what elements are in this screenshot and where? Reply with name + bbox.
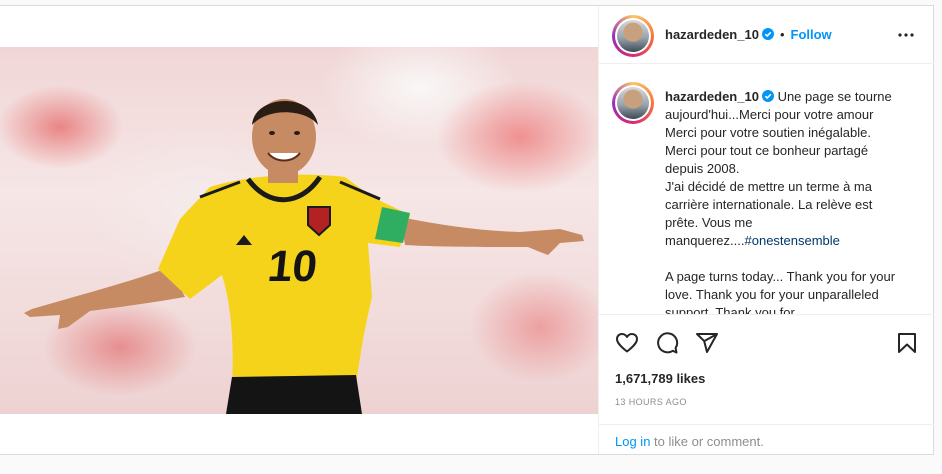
avatar[interactable] [612,82,654,124]
heart-icon[interactable] [615,331,639,355]
header-user: hazardeden_10 • Follow [665,27,832,42]
caption-english: A page turns today... Thank you for your… [665,269,896,315]
login-link[interactable]: Log in [615,434,650,449]
caption-body: Une page se tourne aujourd'hui...Merci p… [665,89,892,248]
bookmark-icon[interactable] [895,331,919,355]
comment-icon[interactable] [655,331,679,355]
hashtag-link[interactable]: #onestensemble [745,233,840,248]
post-media: 10 [0,6,598,454]
jersey-number: 10 [265,242,320,291]
caption-username[interactable]: hazardeden_10 [665,89,759,104]
post-header: hazardeden_10 • Follow [599,6,934,64]
separator-dot: • [779,27,785,42]
player-illustration [24,99,584,414]
instagram-post: 10 hazardeden_10 • Follow hazardeden_10 Un… [0,5,934,455]
login-prompt: Log in to like or comment. [599,424,934,454]
caption-text: hazardeden_10 Une page se tourne aujourd… [665,88,905,315]
more-options-icon[interactable] [897,28,915,42]
username-link[interactable]: hazardeden_10 [665,27,759,42]
likes-count[interactable]: 1,671,789 likes [615,371,705,386]
avatar[interactable] [612,15,654,57]
verified-badge-icon [761,28,774,40]
login-prompt-text: to like or comment. [650,434,764,449]
post-photo[interactable]: 10 [0,47,598,414]
post-timestamp[interactable]: 13 HOURS AGO [615,397,687,407]
share-icon[interactable] [695,331,719,355]
post-sidebar: hazardeden_10 • Follow hazardeden_10 Une p… [598,6,934,454]
action-bar [599,325,934,361]
caption-section: hazardeden_10 Une page se tourne aujourd… [599,65,934,315]
verified-badge-icon [761,90,774,102]
follow-button[interactable]: Follow [791,27,832,42]
